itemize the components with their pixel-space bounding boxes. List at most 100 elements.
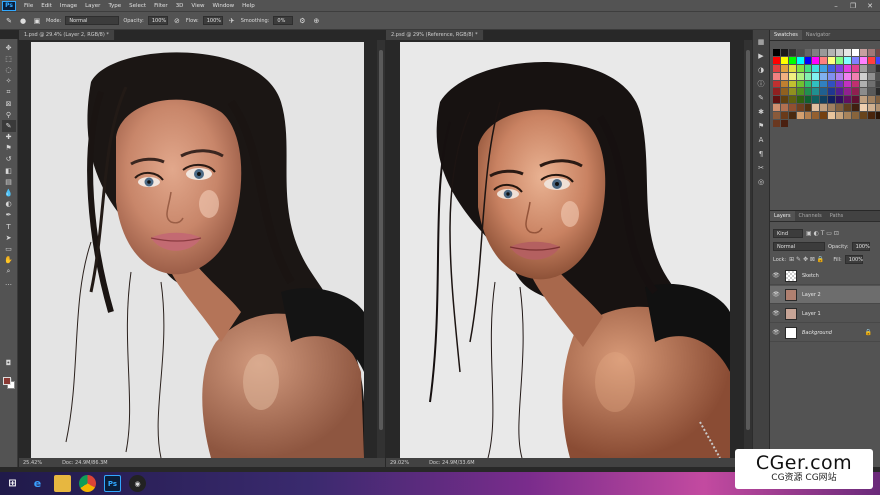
- paragraph-panel-icon[interactable]: ¶: [755, 148, 767, 159]
- color-swatch[interactable]: [820, 112, 828, 120]
- color-swatch[interactable]: [780, 56, 788, 64]
- quick-mask-icon[interactable]: ◘: [2, 357, 16, 368]
- color-swatch[interactable]: [796, 80, 804, 88]
- filter-icons[interactable]: ▣ ◐ T ▭ ⊡: [806, 230, 839, 237]
- color-swatch[interactable]: [804, 49, 812, 56]
- color-swatch[interactable]: [875, 96, 880, 104]
- flow-field[interactable]: 100%: [202, 16, 223, 25]
- color-swatch[interactable]: [836, 64, 844, 72]
- color-swatch[interactable]: [844, 56, 851, 64]
- zoom-tool-icon[interactable]: ⌕: [2, 266, 16, 277]
- color-swatch[interactable]: [804, 80, 812, 88]
- brush-preset-icon[interactable]: ●: [18, 16, 28, 26]
- actions-panel-icon[interactable]: ▶: [755, 50, 767, 61]
- color-swatch[interactable]: [780, 120, 788, 127]
- color-swatch[interactable]: [828, 64, 836, 72]
- vertical-scrollbar-1[interactable]: [377, 40, 385, 458]
- ie-icon[interactable]: e: [29, 475, 46, 492]
- blur-tool-icon[interactable]: 💧: [2, 187, 16, 198]
- color-swatch[interactable]: [851, 104, 859, 112]
- color-swatch[interactable]: [851, 64, 859, 72]
- color-swatch[interactable]: [804, 56, 812, 64]
- color-swatch[interactable]: [828, 96, 836, 104]
- menu-window[interactable]: Window: [208, 3, 238, 9]
- color-swatch[interactable]: [859, 49, 867, 56]
- color-swatch[interactable]: [836, 72, 844, 80]
- visibility-eye-icon[interactable]: 👁: [770, 310, 782, 317]
- brush-tool-icon[interactable]: ✎: [1, 120, 16, 132]
- color-swatch[interactable]: [773, 80, 780, 88]
- color-swatch[interactable]: [812, 80, 820, 88]
- color-swatch[interactable]: [851, 112, 859, 120]
- 3d-panel-icon[interactable]: ◎: [755, 176, 767, 187]
- color-swatch[interactable]: [867, 112, 875, 120]
- history-brush-tool-icon[interactable]: ↺: [2, 154, 16, 165]
- color-swatch[interactable]: [804, 64, 812, 72]
- color-swatch[interactable]: [812, 96, 820, 104]
- color-swatch[interactable]: [788, 80, 796, 88]
- visibility-eye-icon[interactable]: 👁: [770, 272, 782, 279]
- chrome-icon[interactable]: [79, 475, 96, 492]
- color-swatch[interactable]: [867, 49, 875, 56]
- color-swatch[interactable]: [820, 72, 828, 80]
- document-tab-1[interactable]: 1.psd @ 29.4% (Layer 2, RGB/8) *: [19, 30, 115, 40]
- color-swatch[interactable]: [836, 88, 844, 96]
- color-swatch[interactable]: [851, 96, 859, 104]
- tab-paths[interactable]: Paths: [826, 211, 848, 221]
- color-swatch[interactable]: [844, 88, 851, 96]
- color-swatch[interactable]: [844, 104, 851, 112]
- color-swatch[interactable]: [780, 64, 788, 72]
- color-swatch[interactable]: [867, 88, 875, 96]
- color-swatch[interactable]: [820, 80, 828, 88]
- color-swatch[interactable]: [820, 56, 828, 64]
- visibility-eye-icon[interactable]: 👁: [770, 291, 782, 298]
- crop-tool-icon[interactable]: ⌗: [2, 87, 16, 98]
- color-swatch[interactable]: [867, 96, 875, 104]
- mode-dropdown[interactable]: Normal: [65, 16, 120, 25]
- windows-start-icon[interactable]: ⊞: [4, 475, 21, 492]
- color-swatch[interactable]: [851, 56, 859, 64]
- layer-row-background[interactable]: 👁 Background 🔒: [770, 324, 880, 342]
- zoom-level-1[interactable]: 25.42%: [23, 460, 42, 466]
- color-swatch[interactable]: [851, 49, 859, 56]
- color-swatch[interactable]: [804, 88, 812, 96]
- brushes-panel-icon[interactable]: ✱: [755, 106, 767, 117]
- color-swatch[interactable]: [812, 88, 820, 96]
- color-swatch[interactable]: [773, 88, 780, 96]
- painting-canvas[interactable]: [31, 42, 364, 458]
- color-swatch[interactable]: [788, 56, 796, 64]
- color-swatch[interactable]: [788, 104, 796, 112]
- canvas-area-2[interactable]: [386, 40, 752, 467]
- blend-mode-dropdown[interactable]: Normal: [773, 242, 825, 251]
- color-swatch[interactable]: [780, 104, 788, 112]
- eraser-tool-icon[interactable]: ◧: [2, 165, 16, 176]
- color-swatch[interactable]: [788, 64, 796, 72]
- color-swatch[interactable]: [836, 49, 844, 56]
- quick-select-tool-icon[interactable]: ✧: [2, 76, 16, 87]
- layer-opacity-field[interactable]: 100%: [851, 242, 870, 251]
- color-swatch[interactable]: [836, 56, 844, 64]
- color-swatch[interactable]: [804, 104, 812, 112]
- layer-row-layer-1[interactable]: 👁 Layer 1: [770, 305, 880, 323]
- tab-swatches[interactable]: Swatches: [770, 30, 802, 40]
- info-panel-icon[interactable]: ⓘ: [755, 78, 767, 89]
- color-swatch[interactable]: [844, 112, 851, 120]
- color-swatch[interactable]: [804, 112, 812, 120]
- adjustments-panel-icon[interactable]: ◑: [755, 64, 767, 75]
- file-explorer-icon[interactable]: [54, 475, 71, 492]
- color-swatch[interactable]: [788, 112, 796, 120]
- color-swatch[interactable]: [867, 64, 875, 72]
- color-swatch[interactable]: [828, 49, 836, 56]
- more-tools-icon[interactable]: …: [2, 277, 16, 288]
- color-swatch[interactable]: [859, 80, 867, 88]
- frame-tool-icon[interactable]: ⊠: [2, 98, 16, 109]
- color-swatch[interactable]: [875, 112, 880, 120]
- brush-tool-icon[interactable]: ✎: [4, 16, 14, 26]
- menu-layer[interactable]: Layer: [81, 3, 104, 9]
- color-swatch[interactable]: [780, 112, 788, 120]
- layer-row-layer-2[interactable]: 👁 Layer 2: [770, 286, 880, 304]
- zoom-level-2[interactable]: 29.02%: [390, 460, 409, 466]
- color-swatch[interactable]: [773, 96, 780, 104]
- smoothing-settings-icon[interactable]: ⚙: [297, 16, 307, 26]
- color-swatch[interactable]: [851, 88, 859, 96]
